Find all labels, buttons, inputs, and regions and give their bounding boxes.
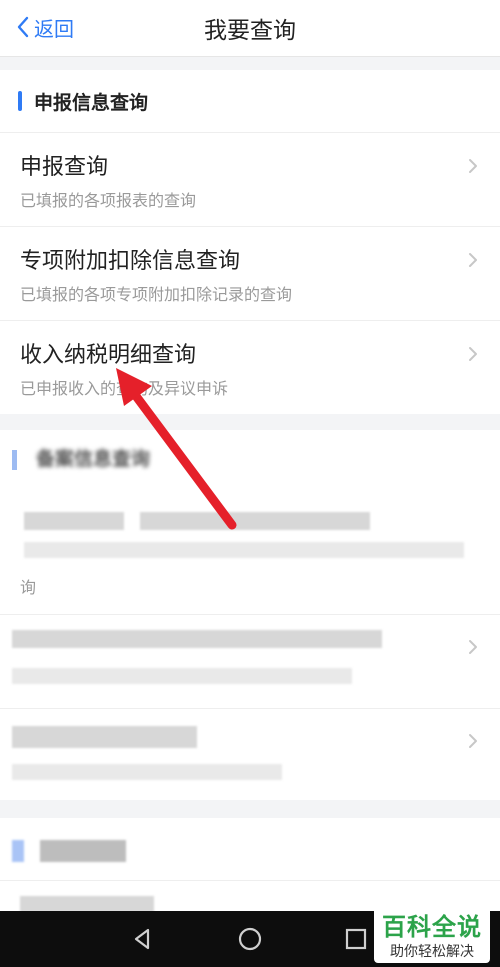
blurred-text xyxy=(24,542,464,558)
item-subtitle: 已申报收入的查询及异议申诉 xyxy=(20,379,229,398)
chevron-right-icon xyxy=(468,343,478,367)
filing-info-section: 备案信息查询 询 xyxy=(0,430,500,800)
blurred-text xyxy=(12,630,382,648)
blurred-text xyxy=(12,668,352,684)
list-item-income-tax-detail-query[interactable]: 收入纳税明细查询 已申报收入的查询及异议申诉 xyxy=(0,321,500,414)
section-accent-bar xyxy=(12,450,17,470)
watermark-logo: 百科全说 助你轻松解决 xyxy=(374,905,490,963)
section-title: 备案信息查询 xyxy=(36,448,151,470)
blurred-text xyxy=(12,764,282,780)
item-title: 收入纳税明细查询 xyxy=(20,343,197,368)
more-section xyxy=(0,818,500,912)
home-circle-icon[interactable] xyxy=(236,925,264,953)
divider xyxy=(0,880,500,881)
blurred-text xyxy=(140,512,370,530)
top-bar: 返回 我要查询 xyxy=(0,0,500,57)
list-item-declaration-query[interactable]: 申报查询 已填报的各项报表的查询 xyxy=(0,133,500,227)
blurred-text xyxy=(24,512,124,530)
section-accent-bar xyxy=(18,91,22,111)
divider xyxy=(0,708,500,709)
watermark-title: 百科全说 xyxy=(382,913,482,941)
blurred-text xyxy=(12,726,197,748)
item-subtitle: 已填报的各项专项附加扣除记录的查询 xyxy=(20,285,293,304)
item-subtitle: 已填报的各项报表的查询 xyxy=(20,191,197,210)
blurred-text xyxy=(40,840,126,862)
recent-apps-square-icon[interactable] xyxy=(342,925,370,953)
item-title: 专项附加扣除信息查询 xyxy=(20,249,241,274)
list-item-special-deduction-query[interactable]: 专项附加扣除信息查询 已填报的各项专项附加扣除记录的查询 xyxy=(0,227,500,321)
section-header: 申报信息查询 xyxy=(0,70,500,133)
section-accent-bar xyxy=(12,840,24,862)
section-title: 申报信息查询 xyxy=(34,91,149,114)
back-triangle-icon[interactable] xyxy=(128,925,156,953)
blurred-text xyxy=(20,896,154,912)
declaration-query-section: 申报信息查询 申报查询 已填报的各项报表的查询 专项附加扣除信息查询 已填报的各… xyxy=(0,70,500,414)
chevron-right-icon xyxy=(468,730,478,754)
chevron-right-icon xyxy=(468,636,478,660)
divider xyxy=(0,614,500,615)
watermark-subtitle: 助你轻松解决 xyxy=(390,944,474,960)
page-title: 我要查询 xyxy=(204,18,296,44)
chevron-right-icon xyxy=(468,249,478,273)
item-title: 申报查询 xyxy=(20,155,109,180)
item-subtitle-tail: 询 xyxy=(20,578,37,597)
chevron-right-icon xyxy=(468,155,478,179)
